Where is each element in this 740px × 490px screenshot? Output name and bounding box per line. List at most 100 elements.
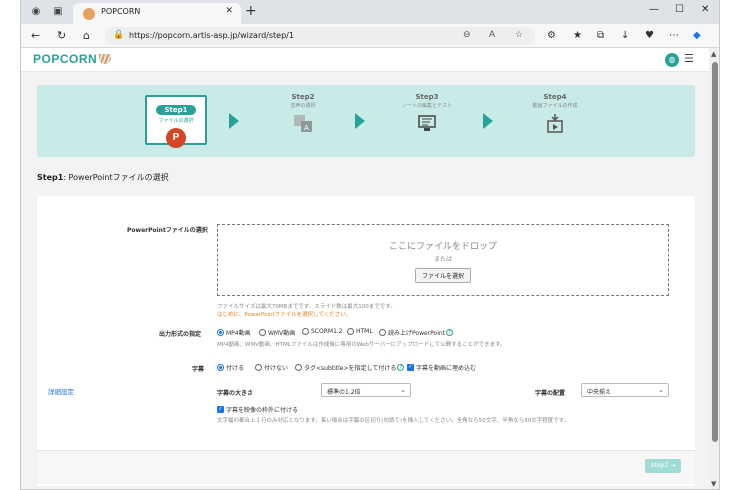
scrollbar-thumb[interactable] [712,62,718,442]
step-3-number: Step3 [415,93,439,101]
popcorn-favicon-icon [83,8,95,20]
downloads-icon[interactable]: ↓ [621,30,629,41]
subtitle-align-select[interactable]: 中央揃え ⌄ [581,383,669,397]
burn-in-checkbox[interactable]: ✓ 字幕を動画に埋め込む [407,363,476,372]
subtitle-label: 字幕 [192,366,205,373]
step-4-desc: 動画ファイルの作成 [532,103,578,109]
help-icon[interactable]: ? [446,329,454,336]
radio-icon[interactable] [379,329,386,336]
subtitle-option-on[interactable]: 付ける [217,363,244,372]
reload-icon[interactable]: ↻ [57,29,66,43]
subtitle-option-off[interactable]: 付けない [255,363,288,372]
popcorn-logo-icon [99,54,112,64]
checkbox-checked-icon[interactable]: ✓ [407,364,414,371]
tab-title: POPCORN [101,7,141,16]
output-option-scorm[interactable]: SCORM1.2 [302,328,343,335]
url-text: https://popcorn.artis-asp.jp/wizard/step… [129,31,294,40]
more-icon[interactable]: ⋯ [669,30,679,41]
zoom-icon[interactable]: ⊖ [463,30,471,40]
step-1[interactable]: Step1 ファイルの選択 P [145,95,207,148]
back-icon[interactable]: ← [31,29,40,43]
file-size-note: ファイルサイズは最大70MBまでです。スライド数は最大100までです。 [217,304,396,310]
step-4-number: Step4 [543,93,567,101]
radio-icon[interactable] [347,328,354,335]
checkbox-checked-icon[interactable]: ✓ [217,406,224,413]
profile-icon[interactable]: ◉ [29,5,43,19]
lock-icon[interactable]: 🔒 [113,30,124,40]
step-1-desc: ファイルの選択 [158,118,194,124]
step-3: Step3 ノートの編集とテスト [395,93,459,149]
radio-icon[interactable] [295,364,302,371]
outside-frame-checkbox[interactable]: ✓ 字幕を映像の枠外に付ける [217,405,298,414]
step-4: Step4 動画ファイルの作成 [523,93,587,149]
svg-text:A: A [304,124,309,132]
favorites-bar-icon[interactable]: ★ [573,30,582,41]
choose-file-button[interactable]: ファイルを選択 [414,268,471,283]
radio-icon[interactable] [255,364,262,371]
step-arrow-icon [229,113,239,129]
new-tab-icon[interactable]: + [245,3,257,19]
file-label: PowerPointファイルの選択 [127,227,208,234]
collections-icon[interactable]: ⧉ [597,30,604,41]
translate-icon: A [294,115,312,132]
video-file-icon [547,114,563,133]
close-window-icon[interactable]: ✕ [701,4,709,15]
navigation-bar: ← ↻ ⌂ 🔒 https://popcorn.artis-asp.jp/wiz… [21,24,719,48]
scroll-down-icon[interactable]: ▼ [711,480,716,488]
next-step-button[interactable]: Step2 → [645,459,681,473]
form-card: PowerPointファイルの選択 ここにファイルをドロップ または ファイルを… [37,196,695,486]
browser-tab[interactable]: POPCORN ✕ [73,3,241,24]
step-3-desc: ノートの編集とテスト [401,103,452,109]
or-text: または [433,256,452,263]
step-2-desc: 音声の選択 [290,103,316,109]
radio-icon[interactable] [217,329,224,336]
wizard-steps: Step1 ファイルの選択 P Step2 音声の選択 A Step3 ノートの… [37,85,695,157]
maximize-icon[interactable]: ☐ [675,4,684,15]
tab-actions-icon[interactable]: ▣ [51,5,65,19]
app-header: POPCORN ◍ ☰ [21,48,709,72]
subtitle-size-select[interactable]: 標準の1.2倍 ⌄ [321,383,411,397]
read-aloud-icon[interactable]: A [489,30,495,40]
subtitle-size-label: 字幕の大きさ [217,390,254,397]
step-1-number: Step1 [156,105,196,115]
scroll-up-icon[interactable]: ▲ [711,50,716,58]
radio-icon[interactable] [217,364,224,371]
minimize-icon[interactable]: — [649,4,659,15]
hamburger-menu-icon[interactable]: ☰ [684,52,694,65]
chevron-down-icon: ⌄ [658,386,664,394]
step-arrow-icon [355,113,365,129]
chevron-down-icon: ⌄ [400,386,406,394]
file-warning-note: はじめに、PowerPointファイルを選択してください。 [217,312,352,318]
security-icon[interactable]: ♥ [645,30,654,41]
browser-window: ◉ ▣ POPCORN ✕ + — ☐ ✕ ← ↻ ⌂ 🔒 https://po… [20,0,720,490]
radio-icon[interactable] [259,329,266,336]
address-bar[interactable]: 🔒 https://popcorn.artis-asp.jp/wizard/st… [105,27,535,45]
page-content: Step1 ファイルの選択 P Step2 音声の選択 A Step3 ノートの… [21,72,709,489]
step-arrow-icon [483,113,493,129]
advanced-settings-link[interactable]: 詳細設定 [48,386,74,396]
page-scrollbar[interactable]: ▲ ▼ [709,48,719,489]
copilot-icon[interactable]: ◆ [693,30,701,41]
extensions-icon[interactable]: ⚙ [547,30,556,41]
file-dropzone[interactable]: ここにファイルをドロップ または ファイルを選択 [217,224,669,296]
radio-icon[interactable] [302,328,309,335]
help-icon[interactable]: ? [397,364,405,371]
output-option-wmv[interactable]: WMV動画 [259,328,295,337]
output-option-ppt[interactable]: 読み上げPowerPoint? [379,328,454,337]
favorite-icon[interactable]: ☆ [515,30,523,40]
logo-text: POPCORN [33,52,98,66]
tab-strip: ◉ ▣ POPCORN ✕ + — ☐ ✕ [21,0,719,24]
close-tab-icon[interactable]: ✕ [225,6,233,16]
step-2: Step2 音声の選択 A [271,93,335,149]
home-icon[interactable]: ⌂ [83,29,90,43]
monitor-icon [418,115,436,131]
language-globe-icon[interactable]: ◍ [665,53,679,67]
output-option-html[interactable]: HTML [347,328,373,335]
wizard-footer: Step2 → [37,450,695,484]
subtitle-option-tag[interactable]: タグ<subtitle>を指定して付ける? [295,363,405,372]
step-heading-text: : PowerPointファイルの選択 [63,173,169,182]
subtitle-align-label: 字幕の配置 [535,390,566,397]
step-heading-prefix: Step1 [37,173,64,182]
output-option-mp4[interactable]: MP4動画 [217,328,251,337]
app-logo[interactable]: POPCORN [33,52,112,66]
